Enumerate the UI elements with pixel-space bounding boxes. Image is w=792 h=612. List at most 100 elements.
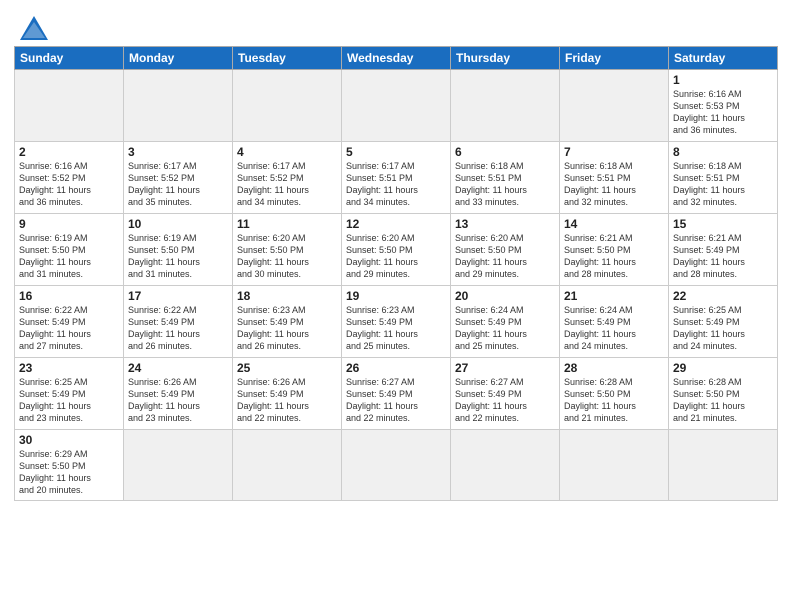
day-info: Sunrise: 6:20 AM Sunset: 5:50 PM Dayligh… (455, 232, 555, 281)
day-number: 9 (19, 217, 119, 231)
calendar-day-cell: 15Sunrise: 6:21 AM Sunset: 5:49 PM Dayli… (669, 214, 778, 286)
calendar-day-cell: 19Sunrise: 6:23 AM Sunset: 5:49 PM Dayli… (342, 286, 451, 358)
day-number: 23 (19, 361, 119, 375)
day-number: 26 (346, 361, 446, 375)
calendar-week-row: 16Sunrise: 6:22 AM Sunset: 5:49 PM Dayli… (15, 286, 778, 358)
calendar-day-cell: 10Sunrise: 6:19 AM Sunset: 5:50 PM Dayli… (124, 214, 233, 286)
day-info: Sunrise: 6:24 AM Sunset: 5:49 PM Dayligh… (455, 304, 555, 353)
weekday-header-monday: Monday (124, 47, 233, 70)
calendar-day-cell (342, 430, 451, 501)
day-number: 19 (346, 289, 446, 303)
day-info: Sunrise: 6:18 AM Sunset: 5:51 PM Dayligh… (455, 160, 555, 209)
day-info: Sunrise: 6:22 AM Sunset: 5:49 PM Dayligh… (128, 304, 228, 353)
day-info: Sunrise: 6:26 AM Sunset: 5:49 PM Dayligh… (237, 376, 337, 425)
day-number: 11 (237, 217, 337, 231)
day-number: 16 (19, 289, 119, 303)
calendar-week-row: 2Sunrise: 6:16 AM Sunset: 5:52 PM Daylig… (15, 142, 778, 214)
calendar-day-cell: 25Sunrise: 6:26 AM Sunset: 5:49 PM Dayli… (233, 358, 342, 430)
calendar-day-cell: 14Sunrise: 6:21 AM Sunset: 5:50 PM Dayli… (560, 214, 669, 286)
calendar-day-cell: 11Sunrise: 6:20 AM Sunset: 5:50 PM Dayli… (233, 214, 342, 286)
calendar-day-cell (451, 430, 560, 501)
calendar-day-cell: 6Sunrise: 6:18 AM Sunset: 5:51 PM Daylig… (451, 142, 560, 214)
day-info: Sunrise: 6:22 AM Sunset: 5:49 PM Dayligh… (19, 304, 119, 353)
day-number: 18 (237, 289, 337, 303)
day-number: 8 (673, 145, 773, 159)
day-info: Sunrise: 6:25 AM Sunset: 5:49 PM Dayligh… (673, 304, 773, 353)
calendar-week-row: 9 Sunrise: 6:19 AM Sunset: 5:50 PM Daylig… (15, 214, 778, 286)
calendar-day-cell (342, 70, 451, 142)
weekday-header-saturday: Saturday (669, 47, 778, 70)
day-number: 29 (673, 361, 773, 375)
calendar-day-cell: 20Sunrise: 6:24 AM Sunset: 5:49 PM Dayli… (451, 286, 560, 358)
day-info: Sunrise: 6:21 AM Sunset: 5:49 PM Dayligh… (673, 232, 773, 281)
calendar-day-cell (15, 70, 124, 142)
day-number: 30 (19, 433, 119, 447)
calendar-day-cell: 2Sunrise: 6:16 AM Sunset: 5:52 PM Daylig… (15, 142, 124, 214)
calendar-day-cell (451, 70, 560, 142)
calendar-table: SundayMondayTuesdayWednesdayThursdayFrid… (14, 46, 778, 501)
day-info: Sunrise: 6:23 AM Sunset: 5:49 PM Dayligh… (346, 304, 446, 353)
day-info: Sunrise: 6:24 AM Sunset: 5:49 PM Dayligh… (564, 304, 664, 353)
calendar-day-cell (560, 70, 669, 142)
day-info: Sunrise: 6:16 AM Sunset: 5:53 PM Dayligh… (673, 88, 773, 137)
day-number: 5 (346, 145, 446, 159)
calendar-day-cell: 18Sunrise: 6:23 AM Sunset: 5:49 PM Dayli… (233, 286, 342, 358)
calendar-day-cell: 13Sunrise: 6:20 AM Sunset: 5:50 PM Dayli… (451, 214, 560, 286)
calendar-day-cell: 23Sunrise: 6:25 AM Sunset: 5:49 PM Dayli… (15, 358, 124, 430)
calendar-day-cell (124, 70, 233, 142)
logo-icon (18, 14, 50, 42)
day-info: Sunrise: 6:26 AM Sunset: 5:49 PM Dayligh… (128, 376, 228, 425)
day-number: 28 (564, 361, 664, 375)
calendar-day-cell: 4Sunrise: 6:17 AM Sunset: 5:52 PM Daylig… (233, 142, 342, 214)
calendar-day-cell: 17Sunrise: 6:22 AM Sunset: 5:49 PM Dayli… (124, 286, 233, 358)
calendar-day-cell (560, 430, 669, 501)
day-info: Sunrise: 6:19 AM Sunset: 5:50 PM Dayligh… (128, 232, 228, 281)
calendar-day-cell (233, 70, 342, 142)
calendar-day-cell: 1Sunrise: 6:16 AM Sunset: 5:53 PM Daylig… (669, 70, 778, 142)
day-number: 12 (346, 217, 446, 231)
day-number: 20 (455, 289, 555, 303)
day-info: Sunrise: 6:20 AM Sunset: 5:50 PM Dayligh… (237, 232, 337, 281)
weekday-header-friday: Friday (560, 47, 669, 70)
calendar-day-cell: 28Sunrise: 6:28 AM Sunset: 5:50 PM Dayli… (560, 358, 669, 430)
day-info: Sunrise: 6:28 AM Sunset: 5:50 PM Dayligh… (673, 376, 773, 425)
calendar-day-cell: 22Sunrise: 6:25 AM Sunset: 5:49 PM Dayli… (669, 286, 778, 358)
day-info: Sunrise: 6:17 AM Sunset: 5:51 PM Dayligh… (346, 160, 446, 209)
calendar-day-cell: 12Sunrise: 6:20 AM Sunset: 5:50 PM Dayli… (342, 214, 451, 286)
day-number: 21 (564, 289, 664, 303)
day-info: Sunrise: 6:27 AM Sunset: 5:49 PM Dayligh… (346, 376, 446, 425)
day-info: Sunrise: 6:25 AM Sunset: 5:49 PM Dayligh… (19, 376, 119, 425)
day-number: 1 (673, 73, 773, 87)
day-info: Sunrise: 6:27 AM Sunset: 5:49 PM Dayligh… (455, 376, 555, 425)
day-info: Sunrise: 6:21 AM Sunset: 5:50 PM Dayligh… (564, 232, 664, 281)
day-number: 10 (128, 217, 228, 231)
calendar-day-cell: 5Sunrise: 6:17 AM Sunset: 5:51 PM Daylig… (342, 142, 451, 214)
day-info: Sunrise: 6:20 AM Sunset: 5:50 PM Dayligh… (346, 232, 446, 281)
day-info: Sunrise: 6:17 AM Sunset: 5:52 PM Dayligh… (237, 160, 337, 209)
day-info: Sunrise: 6:17 AM Sunset: 5:52 PM Dayligh… (128, 160, 228, 209)
calendar-day-cell (669, 430, 778, 501)
day-number: 15 (673, 217, 773, 231)
day-info: Sunrise: 6:29 AM Sunset: 5:50 PM Dayligh… (19, 448, 119, 497)
day-number: 2 (19, 145, 119, 159)
calendar-day-cell: 16Sunrise: 6:22 AM Sunset: 5:49 PM Dayli… (15, 286, 124, 358)
calendar-day-cell: 24Sunrise: 6:26 AM Sunset: 5:49 PM Dayli… (124, 358, 233, 430)
day-number: 14 (564, 217, 664, 231)
day-info: Sunrise: 6:18 AM Sunset: 5:51 PM Dayligh… (673, 160, 773, 209)
day-number: 17 (128, 289, 228, 303)
day-info: Sunrise: 6:23 AM Sunset: 5:49 PM Dayligh… (237, 304, 337, 353)
calendar-day-cell: 27Sunrise: 6:27 AM Sunset: 5:49 PM Dayli… (451, 358, 560, 430)
day-number: 6 (455, 145, 555, 159)
calendar-day-cell: 30Sunrise: 6:29 AM Sunset: 5:50 PM Dayli… (15, 430, 124, 501)
weekday-header-sunday: Sunday (15, 47, 124, 70)
calendar-day-cell: 8Sunrise: 6:18 AM Sunset: 5:51 PM Daylig… (669, 142, 778, 214)
weekday-header-thursday: Thursday (451, 47, 560, 70)
calendar-day-cell: 26Sunrise: 6:27 AM Sunset: 5:49 PM Dayli… (342, 358, 451, 430)
day-number: 24 (128, 361, 228, 375)
logo (14, 14, 50, 42)
day-number: 13 (455, 217, 555, 231)
day-info: Sunrise: 6:16 AM Sunset: 5:52 PM Dayligh… (19, 160, 119, 209)
calendar-day-cell (233, 430, 342, 501)
calendar-day-cell: 9Sunrise: 6:19 AM Sunset: 5:50 PM Daylig… (15, 214, 124, 286)
calendar-week-row: 1Sunrise: 6:16 AM Sunset: 5:53 PM Daylig… (15, 70, 778, 142)
